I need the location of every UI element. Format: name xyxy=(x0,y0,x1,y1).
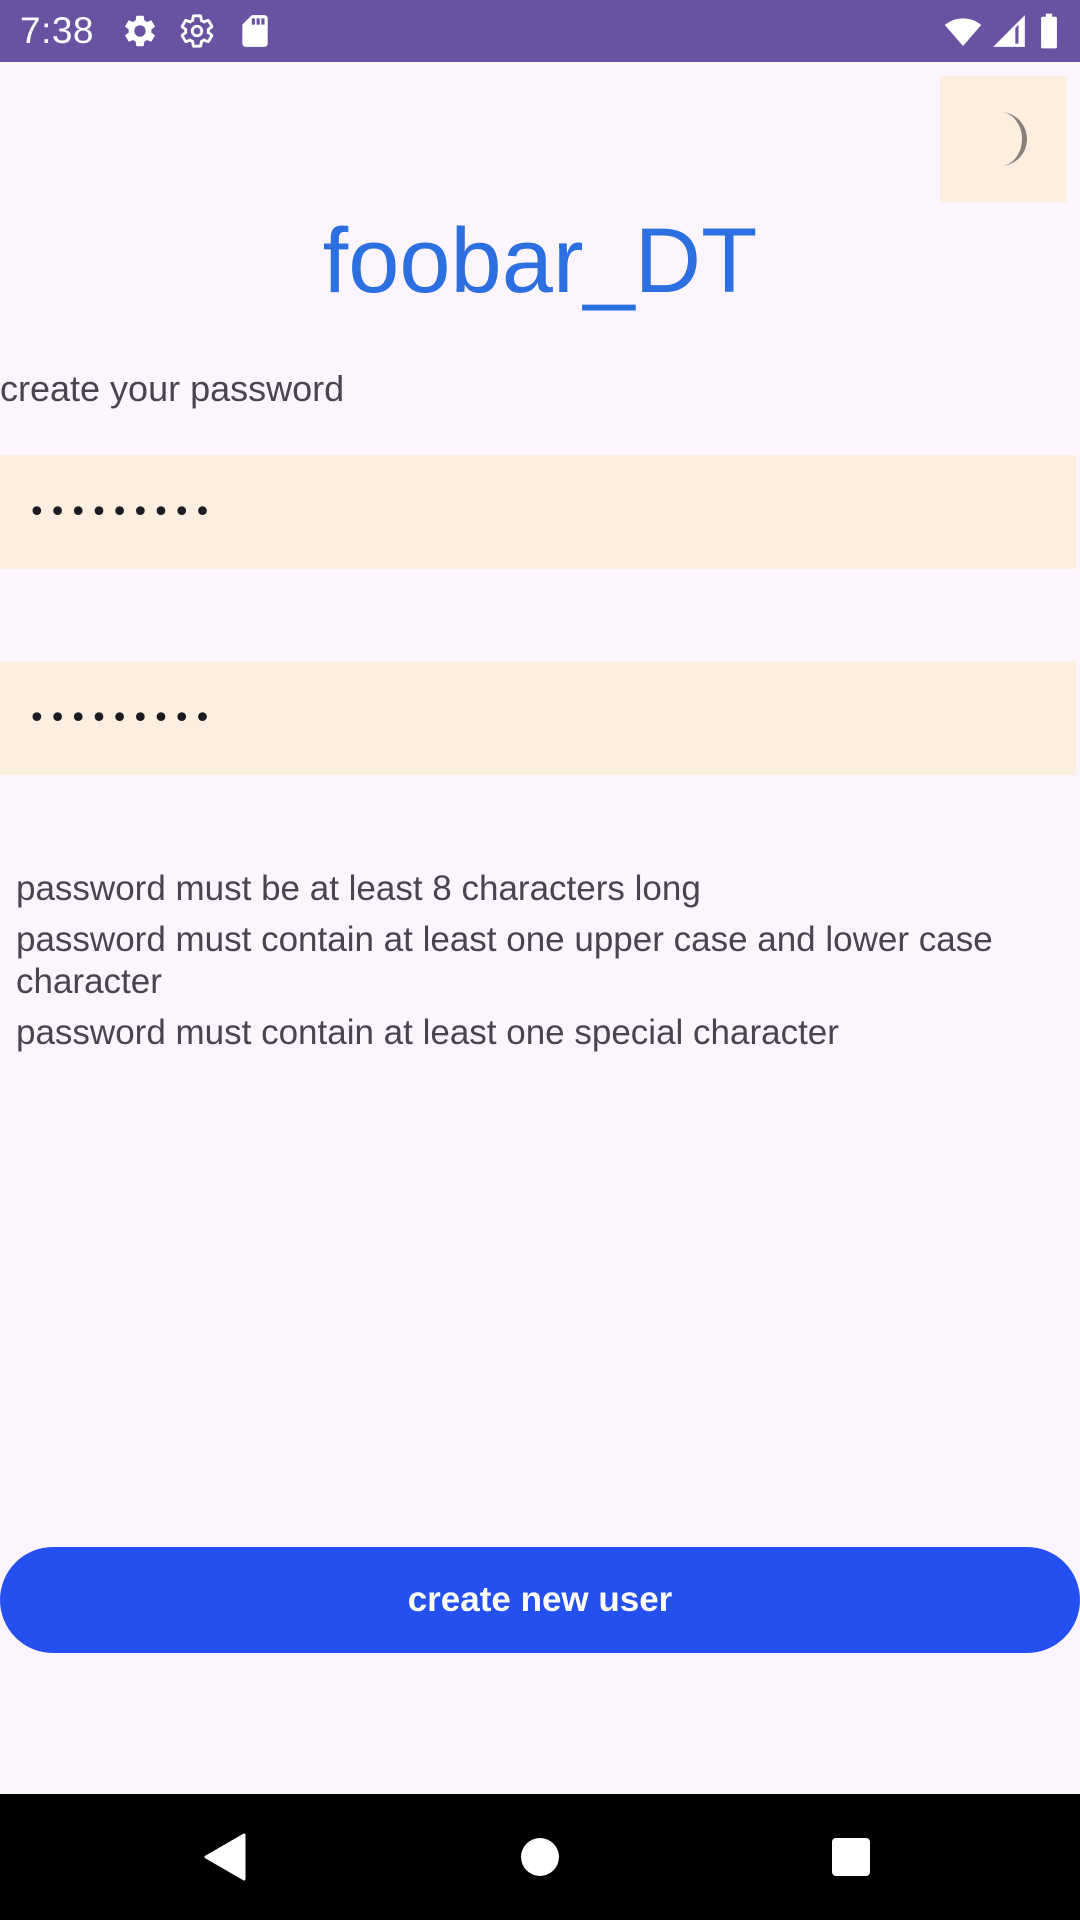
theme-toggle-button[interactable] xyxy=(940,76,1067,202)
gear-outline-icon xyxy=(178,12,216,50)
recents-button[interactable] xyxy=(791,1794,911,1920)
wifi-icon xyxy=(943,12,983,50)
app-title: foobar_DT xyxy=(322,210,758,312)
cell-signal-icon xyxy=(990,12,1028,50)
requirement-length: password must be at least 8 characters l… xyxy=(16,869,701,908)
create-new-user-button[interactable]: create new user xyxy=(0,1547,1080,1653)
gear-icon xyxy=(121,12,159,50)
password-requirements: password must be at least 8 characters l… xyxy=(16,868,1066,1063)
back-button[interactable] xyxy=(165,1794,285,1920)
battery-icon xyxy=(1038,12,1060,50)
recents-icon xyxy=(832,1838,870,1876)
password-section-label: create your password xyxy=(0,368,345,409)
password-input[interactable] xyxy=(0,455,1076,569)
navigation-bar xyxy=(0,1794,1080,1920)
status-bar: 7:38 xyxy=(0,0,1080,62)
moon-icon xyxy=(1000,112,1027,166)
back-icon xyxy=(204,1833,246,1881)
sd-card-icon xyxy=(236,12,274,50)
requirement-special: password must contain at least one speci… xyxy=(16,1013,839,1052)
home-button[interactable] xyxy=(480,1794,600,1920)
status-time: 7:38 xyxy=(20,10,95,51)
requirement-case: password must contain at least one upper… xyxy=(16,920,993,1001)
home-icon xyxy=(521,1838,559,1876)
confirm-password-input[interactable] xyxy=(0,661,1076,775)
